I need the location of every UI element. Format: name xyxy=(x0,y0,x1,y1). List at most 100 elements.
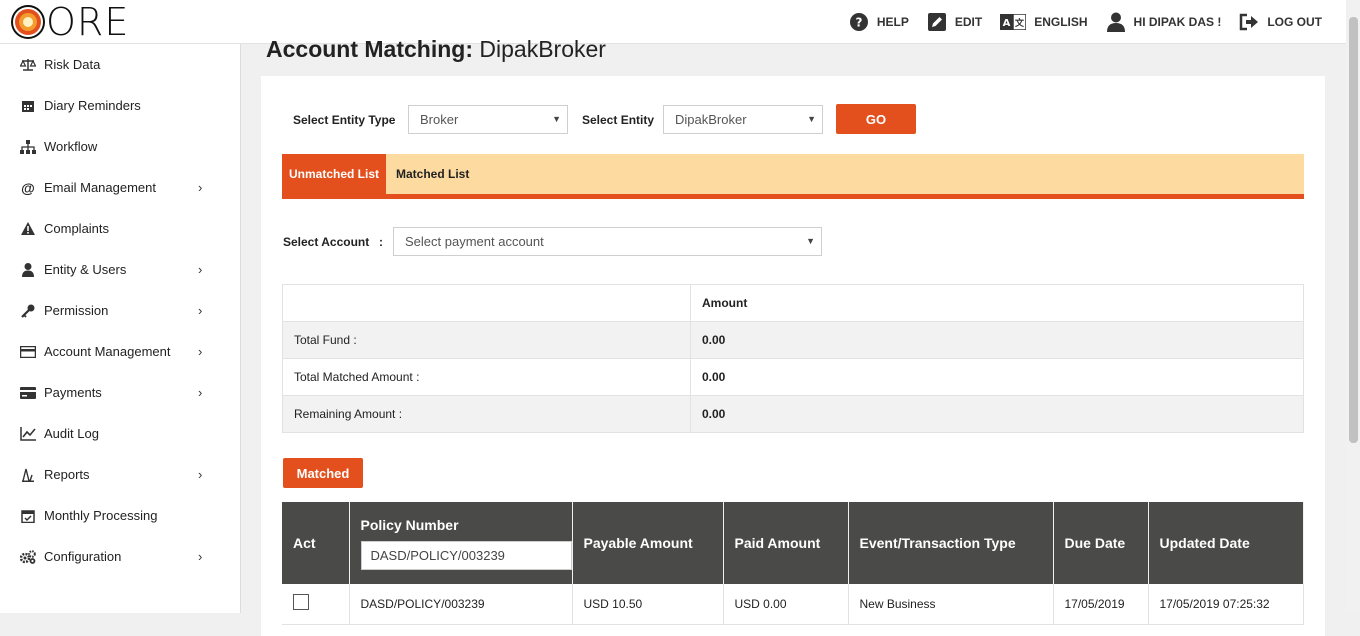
column-header-updated-date: Updated Date xyxy=(1148,502,1304,584)
matched-button[interactable]: Matched xyxy=(283,458,363,488)
entity-label: Select Entity xyxy=(582,113,655,127)
tab-matched-list[interactable]: Matched List xyxy=(389,154,476,194)
page-scrollbar[interactable] xyxy=(1346,0,1360,613)
table-row: Remaining Amount : 0.00 xyxy=(282,395,1304,433)
scrollbar-thumb[interactable] xyxy=(1349,17,1358,443)
amount-summary-table: Amount Total Fund : 0.00 Total Matched A… xyxy=(282,284,1304,433)
sidebar-item-audit-log[interactable]: Audit Log xyxy=(0,413,240,454)
svg-text:?: ? xyxy=(855,16,862,30)
sidebar-item-label: Account Management xyxy=(44,344,171,359)
user-icon xyxy=(20,262,36,278)
report-icon xyxy=(20,467,36,483)
sidebar-item-label: Payments xyxy=(44,385,102,400)
policy-number-header-label: Policy Number xyxy=(360,516,459,533)
top-bar: ORE ? HELP EDIT A文 ENGLISH HI DIPAK DAS … xyxy=(0,0,1346,44)
column-header-event-type: Event/Transaction Type xyxy=(848,502,1054,584)
help-icon: ? xyxy=(849,12,869,32)
select-account-label: Select Account xyxy=(283,235,370,249)
scale-icon xyxy=(20,57,36,73)
updated-date-cell: 17/05/2019 07:25:32 xyxy=(1148,584,1304,625)
translate-icon: A文 xyxy=(1000,12,1027,32)
table-row: DASD/POLICY/003239 USD 10.50 USD 0.00 Ne… xyxy=(282,584,1304,625)
list-tabs: Unmatched List Matched List xyxy=(282,154,1304,199)
user-greeting: HI DIPAK DAS ! xyxy=(1133,15,1222,29)
edit-label: EDIT xyxy=(954,15,983,29)
table-row: Total Matched Amount : 0.00 xyxy=(282,358,1304,396)
sidebar-item-label: Monthly Processing xyxy=(44,508,158,523)
sidebar-item-label: Reports xyxy=(44,467,90,482)
payment-account-placeholder: Select payment account xyxy=(405,234,544,249)
summary-value: 0.00 xyxy=(690,321,1304,359)
card-icon xyxy=(20,344,36,360)
chevron-right-icon: › xyxy=(198,467,203,482)
dropdown-arrow-icon: ▼ xyxy=(552,114,561,124)
policy-number-filter-input[interactable] xyxy=(360,540,572,570)
sidebar-item-reports[interactable]: Reports › xyxy=(0,454,240,495)
summary-value: 0.00 xyxy=(690,358,1304,396)
cogs-icon xyxy=(20,549,36,565)
line-chart-icon xyxy=(20,426,36,442)
row-select-checkbox[interactable] xyxy=(293,594,309,611)
core-logo[interactable]: ORE xyxy=(10,2,129,42)
edit-icon xyxy=(927,12,947,32)
help-link[interactable]: ? HELP xyxy=(849,12,909,32)
logout-link[interactable]: LOG OUT xyxy=(1239,12,1322,32)
payable-amount-cell: USD 10.50 xyxy=(572,584,724,625)
sidebar-item-account-management[interactable]: Account Management › xyxy=(0,331,240,372)
column-header-due-date: Due Date xyxy=(1053,502,1149,584)
logo-circle-icon xyxy=(11,5,45,39)
page-title: Account Matching: DipakBroker xyxy=(266,36,606,63)
chevron-right-icon: › xyxy=(198,549,203,564)
language-link[interactable]: A文 ENGLISH xyxy=(1000,12,1088,32)
column-header-policy-number: Policy Number xyxy=(349,502,573,584)
at-icon: @ xyxy=(21,179,35,196)
payment-account-select[interactable]: Select payment account ▼ xyxy=(393,227,822,256)
dropdown-arrow-icon: ▼ xyxy=(807,114,816,124)
sidebar-item-diary-reminders[interactable]: Diary Reminders xyxy=(0,85,240,126)
svg-text:文: 文 xyxy=(1014,17,1025,29)
select-account-colon: : xyxy=(379,235,383,249)
main-content: Account Matching: DipakBroker Select Ent… xyxy=(241,36,1346,636)
chevron-right-icon: › xyxy=(198,303,203,318)
sitemap-icon xyxy=(20,139,36,155)
page-title-bold: Account Matching: xyxy=(266,36,473,62)
sidebar-item-workflow[interactable]: Workflow xyxy=(0,126,240,167)
user-menu[interactable]: HI DIPAK DAS ! xyxy=(1106,12,1222,32)
entity-type-select[interactable]: Broker ▼ xyxy=(408,105,568,134)
help-label: HELP xyxy=(876,15,909,29)
logo-text: ORE xyxy=(46,0,130,44)
sidebar-item-permission[interactable]: Permission › xyxy=(0,290,240,331)
edit-link[interactable]: EDIT xyxy=(927,12,982,32)
top-navigation: ? HELP EDIT A文 ENGLISH HI DIPAK DAS ! LO… xyxy=(831,0,1322,44)
column-header-paid-amount: Paid Amount xyxy=(723,502,849,584)
sidebar-item-label: Email Management xyxy=(44,180,156,195)
sidebar-item-complaints[interactable]: Complaints xyxy=(0,208,240,249)
language-label: ENGLISH xyxy=(1034,15,1088,29)
sidebar-item-label: Risk Data xyxy=(44,57,101,72)
summary-label: Total Fund : xyxy=(282,321,691,359)
sidebar-item-email-management[interactable]: @ Email Management › xyxy=(0,167,240,208)
logout-label: LOG OUT xyxy=(1267,15,1322,29)
summary-value: 0.00 xyxy=(690,395,1304,433)
chevron-right-icon: › xyxy=(198,262,203,277)
sidebar-item-label: Configuration xyxy=(44,549,122,564)
sidebar-item-configuration[interactable]: Configuration › xyxy=(0,536,240,577)
sidebar-item-risk-data[interactable]: Risk Data xyxy=(0,44,240,85)
entity-select[interactable]: DipakBroker ▼ xyxy=(663,105,823,134)
sidebar-item-monthly-processing[interactable]: Monthly Processing xyxy=(0,495,240,536)
go-button[interactable]: GO xyxy=(836,104,916,134)
sidebar-item-label: Diary Reminders xyxy=(44,98,141,113)
sidebar-item-label: Workflow xyxy=(44,139,98,154)
entity-type-value: Broker xyxy=(420,112,459,127)
sidebar-item-label: Entity & Users xyxy=(44,262,127,277)
due-date-cell: 17/05/2019 xyxy=(1053,584,1149,625)
sidebar-item-label: Complaints xyxy=(44,221,110,236)
paid-amount-cell: USD 0.00 xyxy=(723,584,849,625)
policy-number-cell: DASD/POLICY/003239 xyxy=(349,584,573,625)
event-type-cell: New Business xyxy=(848,584,1054,625)
tab-unmatched-list[interactable]: Unmatched List xyxy=(282,154,387,194)
sidebar-item-entity-users[interactable]: Entity & Users › xyxy=(0,249,240,290)
unmatched-policies-table: Act Policy Number Payable Amount Paid Am… xyxy=(282,502,1304,625)
page-title-entity: DipakBroker xyxy=(479,36,606,62)
sidebar-item-payments[interactable]: Payments › xyxy=(0,372,240,413)
